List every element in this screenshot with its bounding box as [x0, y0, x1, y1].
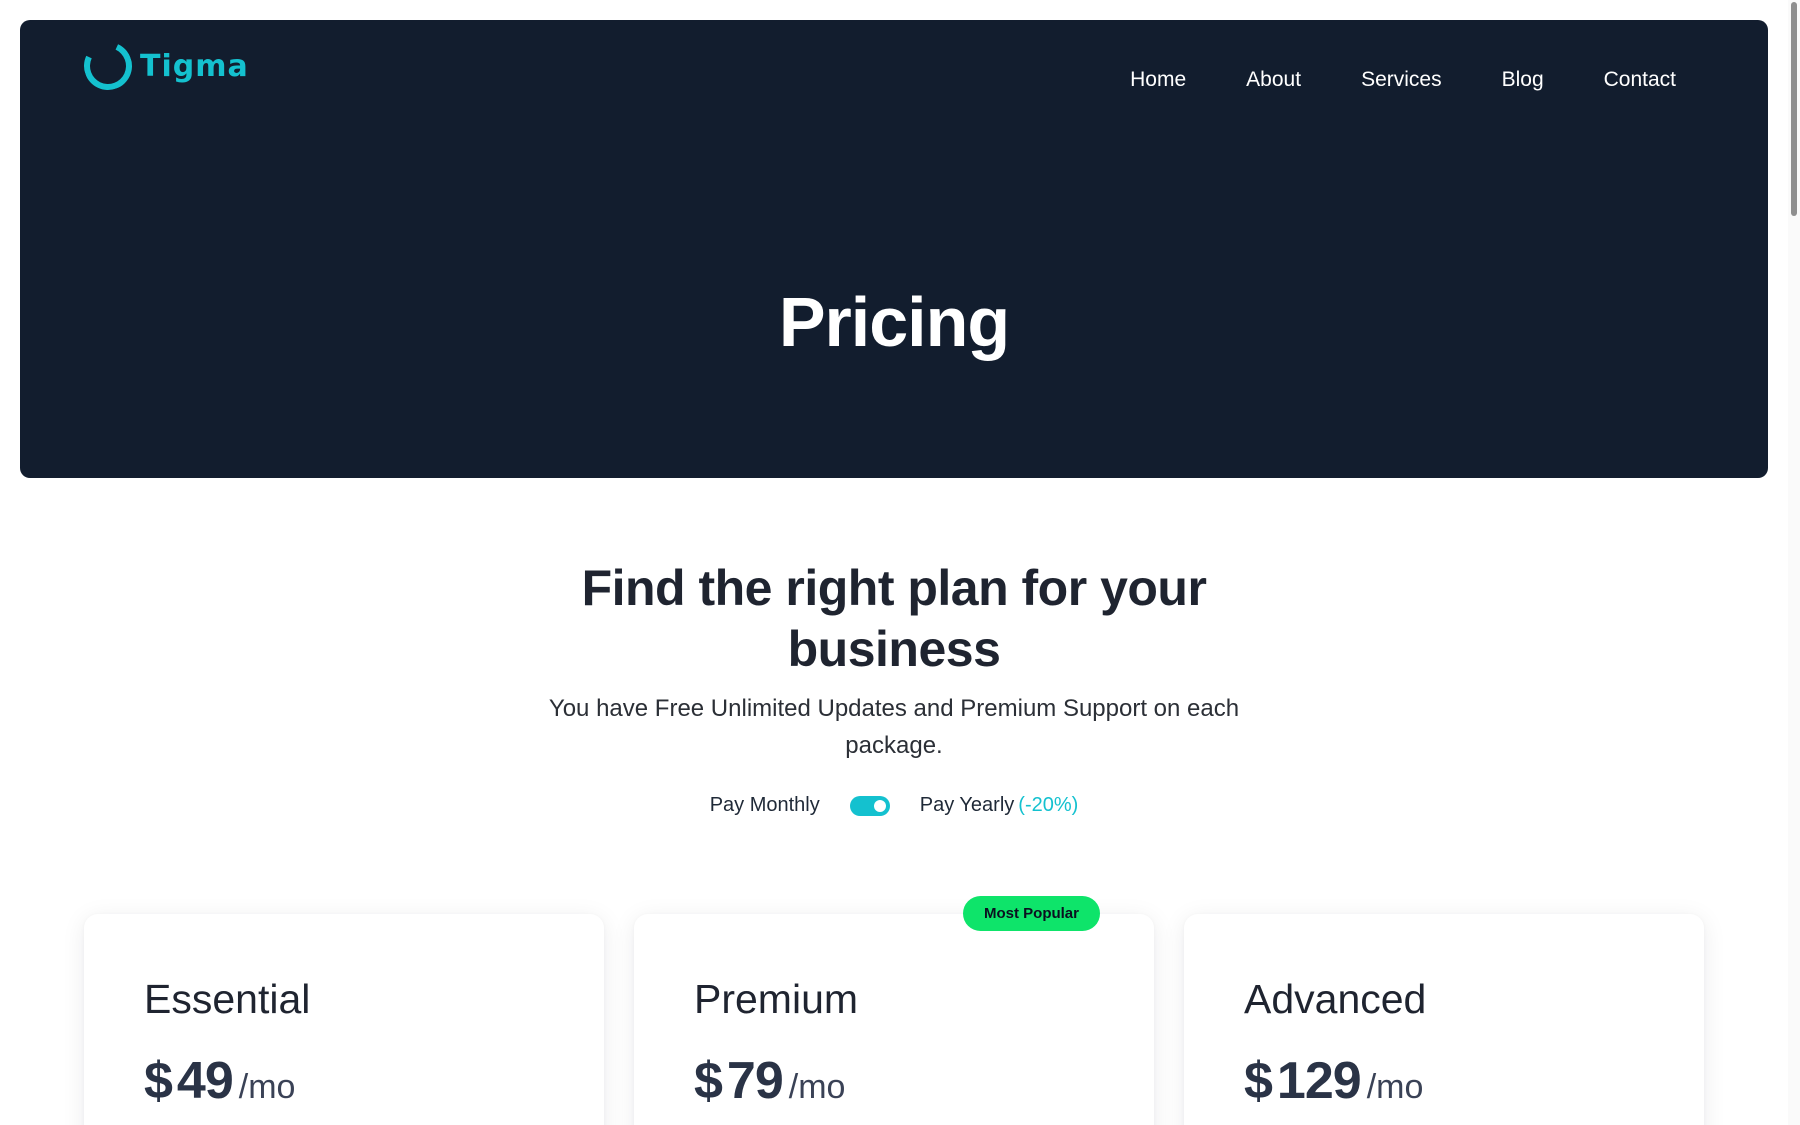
plan-price: $ 79 /mo [694, 1051, 1094, 1111]
plan-card-essential[interactable]: Essential $ 49 /mo [84, 914, 604, 1125]
pay-monthly-label[interactable]: Pay Monthly [710, 794, 820, 817]
price-period: /mo [238, 1068, 296, 1106]
billing-period-toggle[interactable] [849, 795, 890, 816]
plan-name: Advanced [1244, 976, 1427, 1022]
brand-name: Tigma [140, 48, 249, 84]
plan-name: Essential [144, 976, 311, 1022]
plan-price: $ 49 /mo [144, 1051, 544, 1111]
plan-card-advanced[interactable]: Advanced $ 129 /mo [1184, 914, 1704, 1125]
nav-about-link[interactable]: About [1246, 68, 1301, 92]
page: Tigma Home About Services Blog Contact P… [0, 0, 1800, 1125]
nav-services-link[interactable]: Services [1361, 68, 1442, 92]
hero-banner: Tigma Home About Services Blog Contact P… [20, 20, 1768, 478]
pricing-subtitle: You have Free Unlimited Updates and Prem… [548, 695, 1240, 759]
yearly-discount-label: (-20%) [1018, 794, 1079, 816]
price-currency: $ [144, 1052, 173, 1110]
pay-yearly-label[interactable]: Pay Yearly [920, 794, 1015, 817]
pricing-cards: Essential $ 49 /mo Most Popular Premium … [84, 896, 1704, 1125]
nav-blog-link[interactable]: Blog [1502, 68, 1544, 92]
nav-home-link[interactable]: Home [1130, 68, 1186, 92]
plan-card-premium[interactable]: Most Popular Premium $ 79 /mo [634, 896, 1154, 1125]
most-popular-badge: Most Popular [962, 896, 1100, 931]
price-amount: 129 [1276, 1052, 1362, 1110]
plan-price: $ 129 /mo [1244, 1051, 1644, 1111]
page-title: Pricing [778, 283, 1010, 361]
scrollbar-thumb[interactable] [1791, 2, 1797, 216]
plan-name: Premium [694, 976, 859, 1022]
brand-logo[interactable]: Tigma [77, 35, 249, 97]
pricing-heading: Find the right plan for your business [581, 560, 1207, 677]
toggle-knob [873, 799, 886, 812]
price-currency: $ [1244, 1052, 1273, 1110]
pricing-intro: Find the right plan for your business Yo… [0, 558, 1788, 764]
price-amount: 79 [726, 1052, 784, 1110]
price-amount: 49 [176, 1052, 234, 1110]
price-period: /mo [1366, 1068, 1424, 1106]
page-scrollbar[interactable] [1788, 0, 1800, 1125]
main-nav: Home About Services Blog Contact [1130, 68, 1676, 92]
billing-toggle-group: Pay Monthly Pay Yearly (-20%) [0, 794, 1788, 817]
ring-logo-icon [77, 35, 139, 97]
price-period: /mo [788, 1068, 846, 1106]
price-currency: $ [694, 1052, 723, 1110]
nav-contact-link[interactable]: Contact [1604, 68, 1676, 92]
